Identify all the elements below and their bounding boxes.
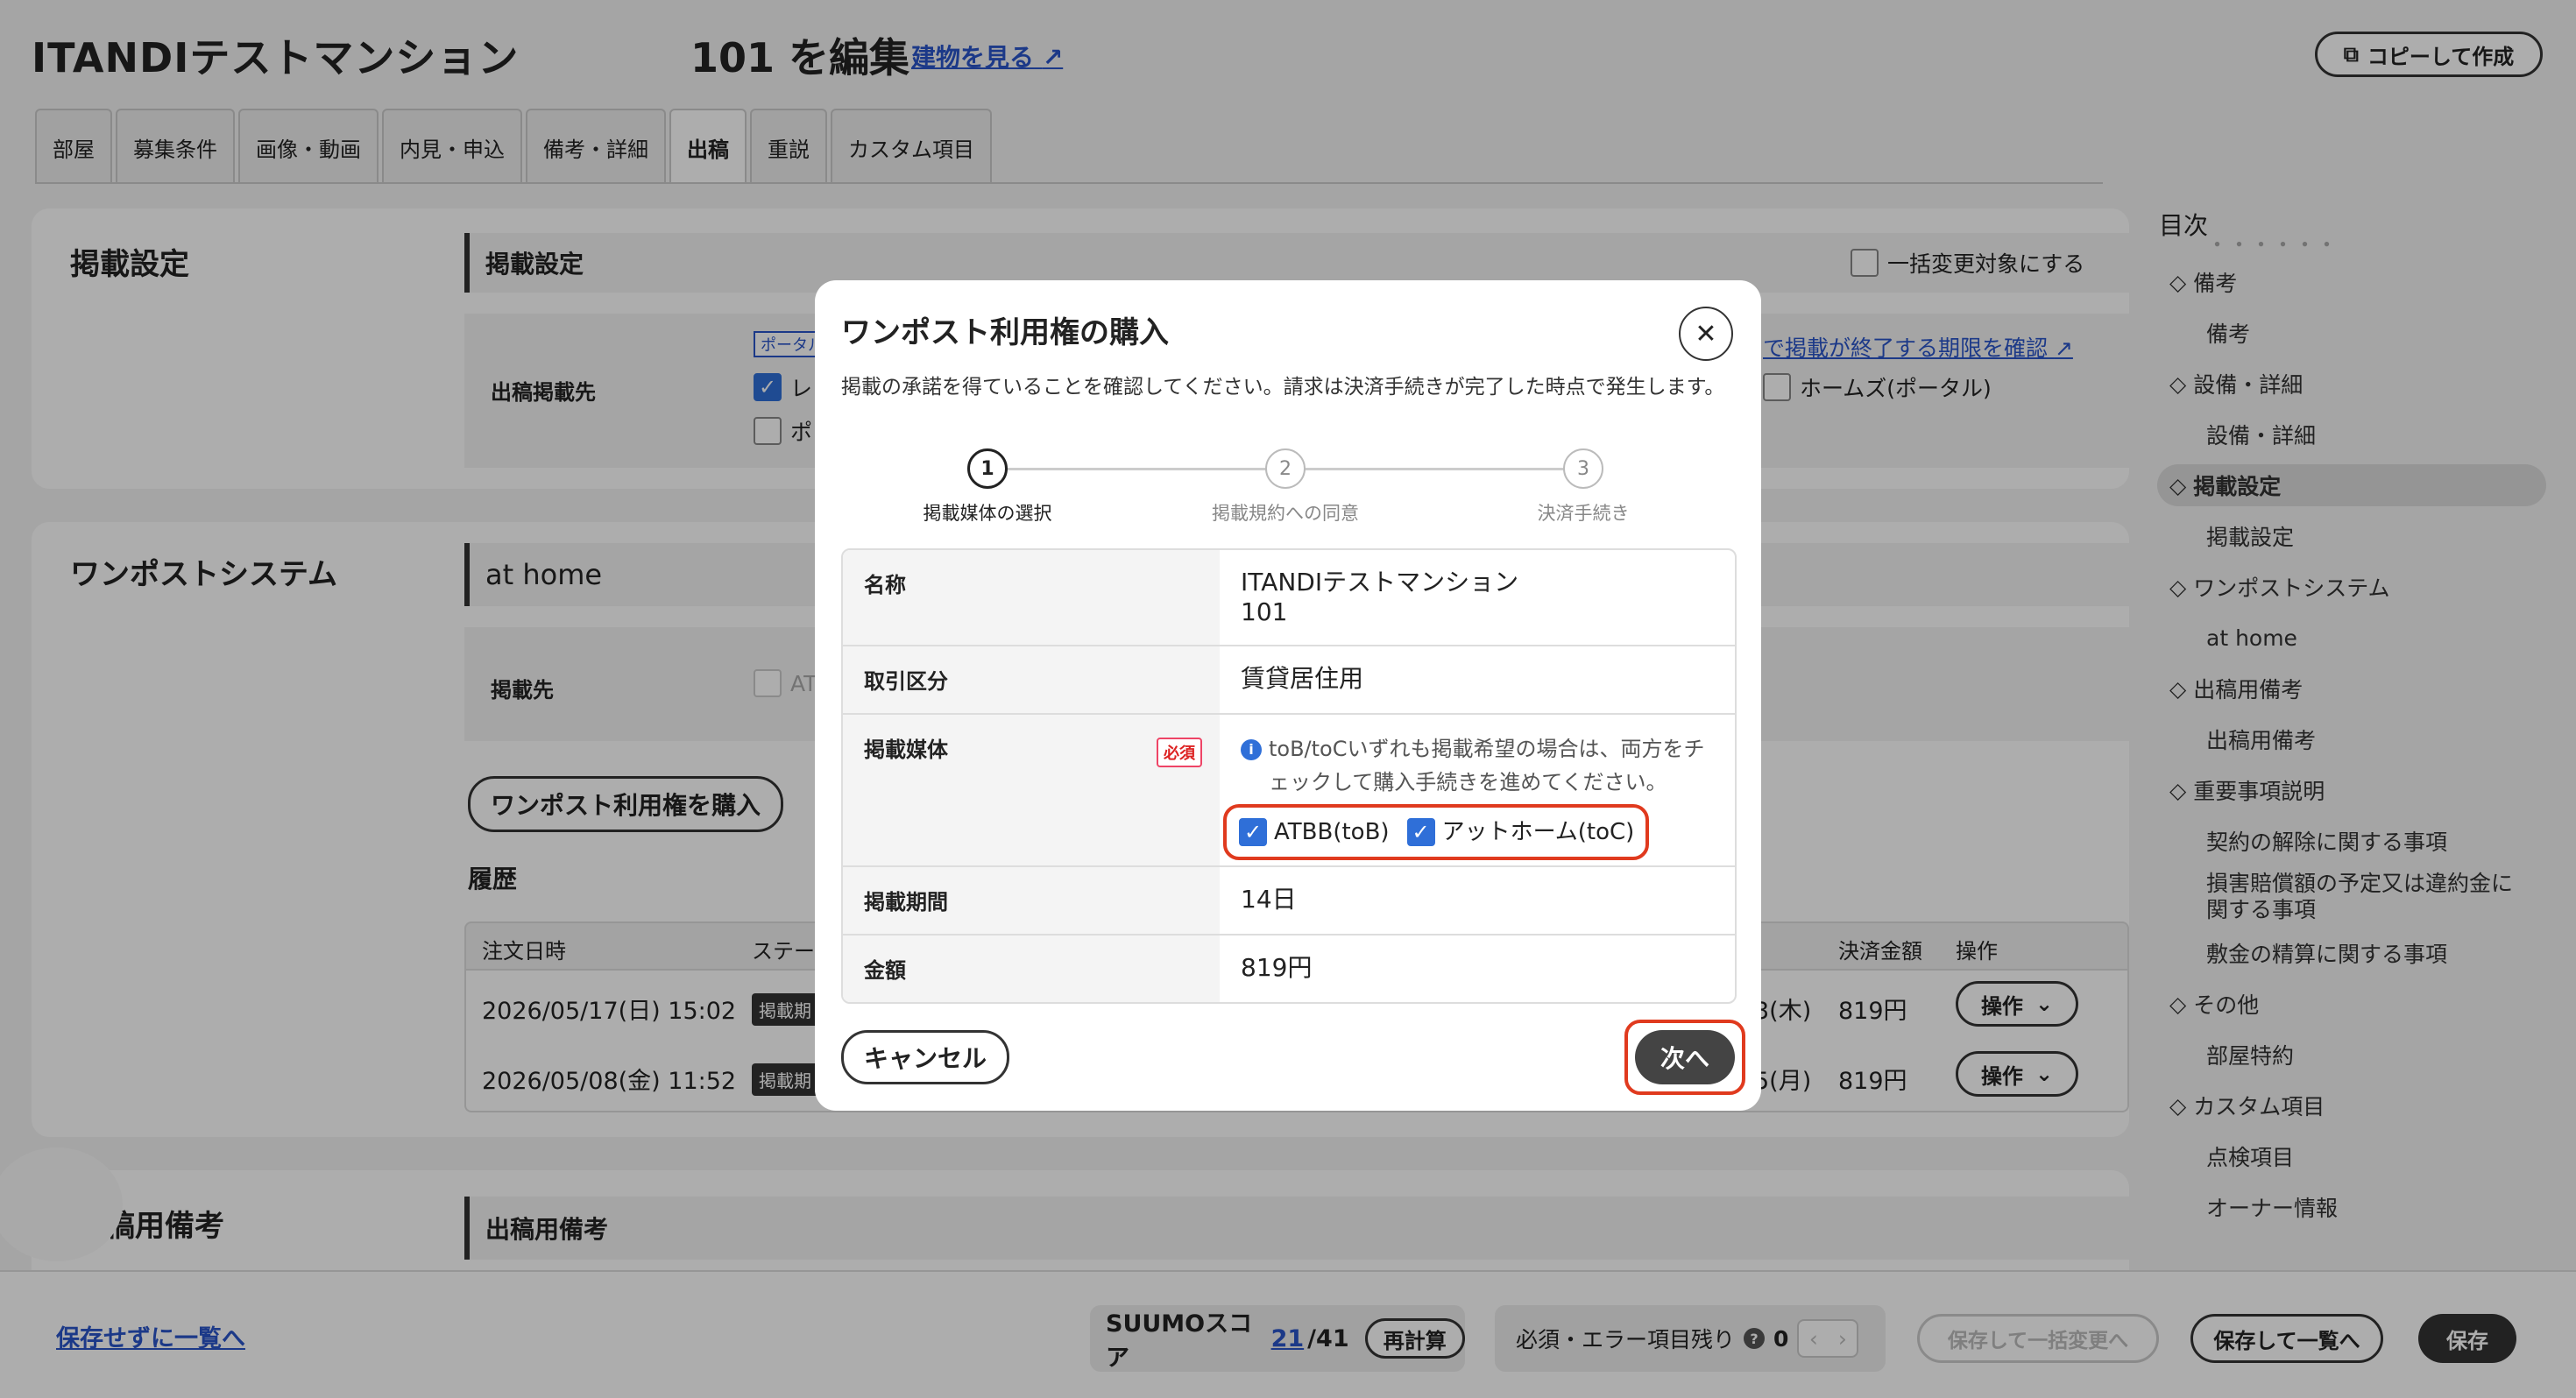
name-label: 名称 xyxy=(843,550,1220,645)
row-price: 金額 819円 xyxy=(843,936,1735,1002)
athome-label: アットホーム(toC) xyxy=(1441,819,1635,845)
modal-title: ワンポスト利用権の購入 xyxy=(841,315,1169,350)
step-1-circle: 1 xyxy=(967,448,1008,489)
media-note: i toB/toCいずれも掲載希望の場合は、両方をチェックして購入手続きを進めて… xyxy=(1241,732,1714,799)
price-label: 金額 xyxy=(843,936,1220,1002)
cancel-button[interactable]: キャンセル xyxy=(841,1030,1009,1084)
row-period: 掲載期間 14日 xyxy=(843,867,1735,936)
period-value: 14日 xyxy=(1241,885,1297,914)
atbb-label: ATBB(toB) xyxy=(1274,819,1390,845)
onepost-purchase-modal: ワンポスト利用権の購入 ✕ 掲載の承諾を得ていることを確認してください。請求は決… xyxy=(815,280,1761,1111)
transaction-type-label: 取引区分 xyxy=(843,646,1220,713)
media-note-text: toB/toCいずれも掲載希望の場合は、両方をチェックして購入手続きを進めてくだ… xyxy=(1269,737,1705,794)
required-badge: 必須 xyxy=(1157,738,1202,767)
athome-option[interactable]: ✓ アットホーム(toC) xyxy=(1406,817,1635,847)
close-icon[interactable]: ✕ xyxy=(1679,307,1733,361)
purchase-info-table: 名称 ITANDIテストマンション 101 取引区分 賃貸居住用 掲載媒体 必須… xyxy=(841,548,1737,1004)
media-label: 掲載媒体 xyxy=(864,738,948,762)
name-value-line1: ITANDIテストマンション xyxy=(1241,568,1519,597)
transaction-type-value: 賃貸居住用 xyxy=(1241,664,1364,693)
media-label-cell: 掲載媒体 必須 xyxy=(843,715,1220,865)
step-2-circle: 2 xyxy=(1265,448,1306,489)
media-value: i toB/toCいずれも掲載希望の場合は、両方をチェックして購入手続きを進めて… xyxy=(1220,715,1735,865)
next-button[interactable]: 次へ xyxy=(1635,1030,1735,1084)
media-options-highlight: ✓ ATBB(toB) ✓ アットホーム(toC) xyxy=(1223,804,1649,860)
period-label: 掲載期間 xyxy=(843,867,1220,934)
modal-description: 掲載の承諾を得ていることを確認してください。請求は決済手続きが完了した時点で発生… xyxy=(841,376,1725,399)
atbb-checkbox[interactable]: ✓ xyxy=(1239,818,1267,846)
step-1-label: 掲載媒体の選択 xyxy=(923,503,1052,524)
row-transaction-type: 取引区分 賃貸居住用 xyxy=(843,646,1735,715)
price-value: 819円 xyxy=(1241,953,1313,982)
step-2-label: 掲載規約への同意 xyxy=(1212,503,1359,524)
info-icon: i xyxy=(1241,739,1262,760)
row-name: 名称 ITANDIテストマンション 101 xyxy=(843,550,1735,646)
row-media: 掲載媒体 必須 i toB/toCいずれも掲載希望の場合は、両方をチェックして購… xyxy=(843,715,1735,867)
name-value-line2: 101 xyxy=(1241,597,1288,626)
step-3-circle: 3 xyxy=(1563,448,1603,489)
athome-checkbox[interactable]: ✓ xyxy=(1406,818,1435,846)
name-value: ITANDIテストマンション 101 xyxy=(1220,550,1735,645)
atbb-option[interactable]: ✓ ATBB(toB) xyxy=(1239,817,1390,847)
step-3-label: 決済手続き xyxy=(1537,503,1630,524)
